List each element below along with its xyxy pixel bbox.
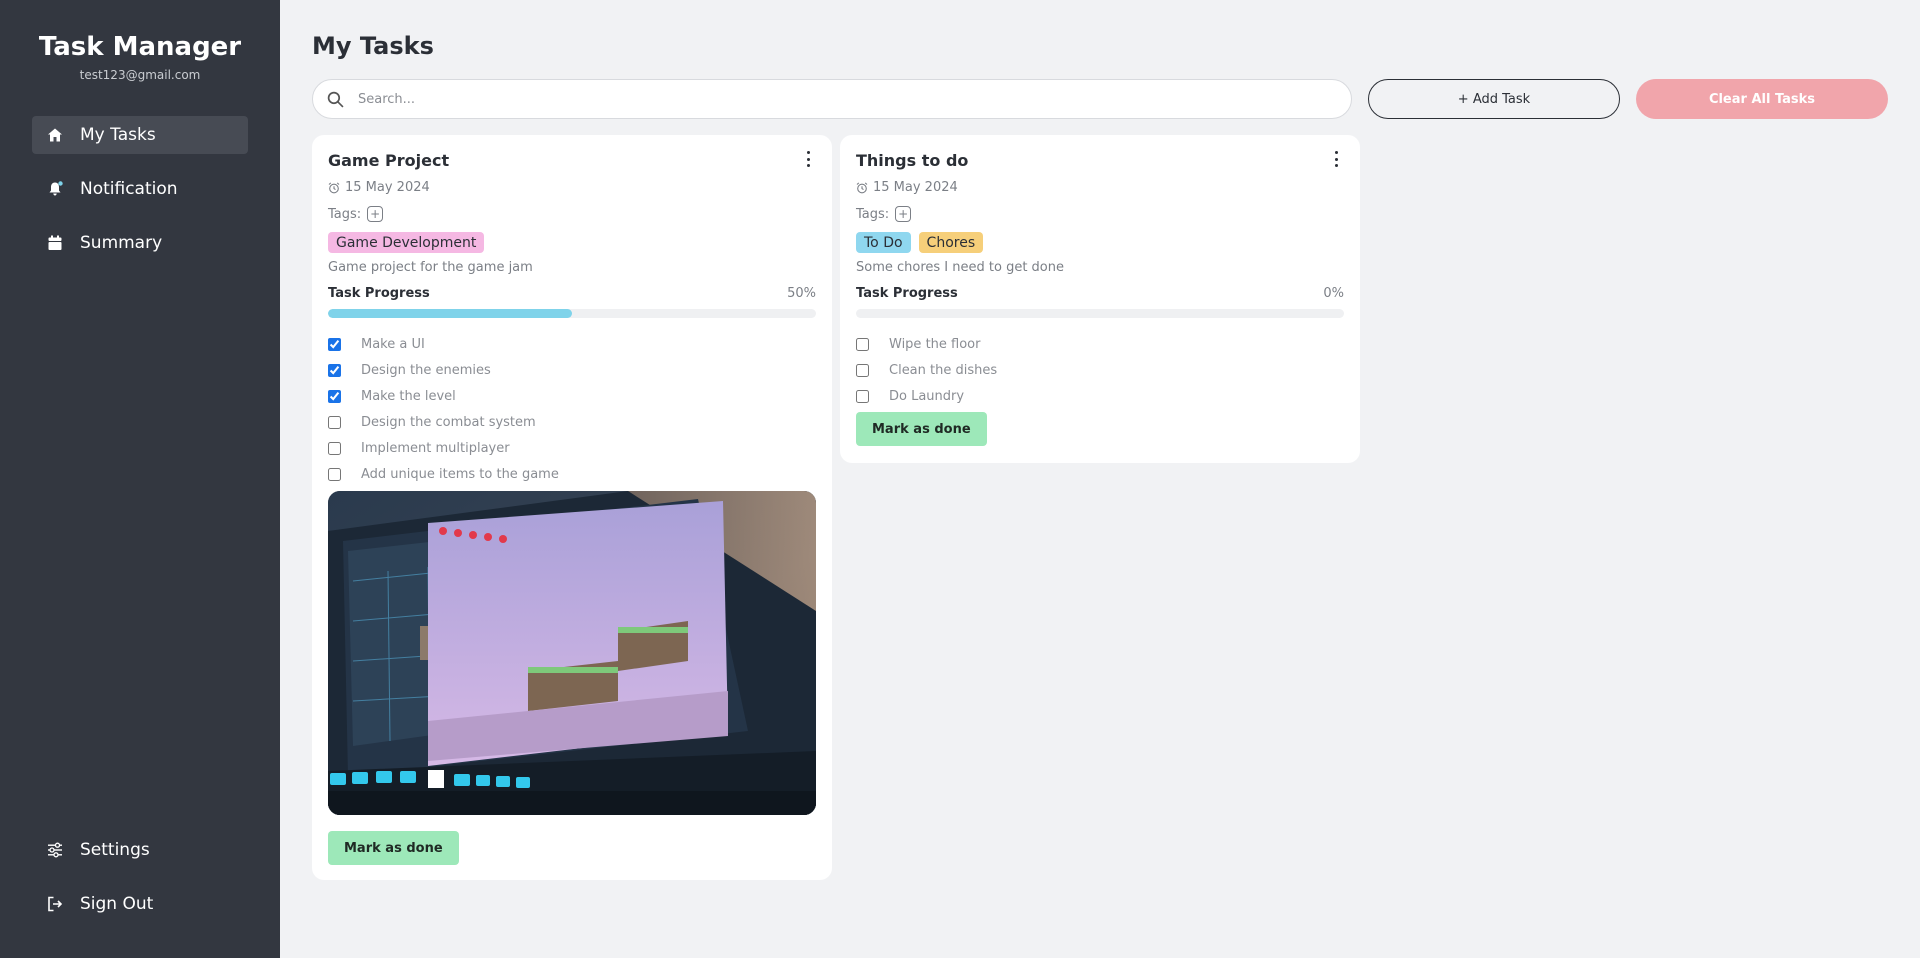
checklist-item[interactable]: Implement multiplayer xyxy=(328,435,559,461)
sliders-icon xyxy=(46,841,64,859)
task-checkbox[interactable] xyxy=(856,389,869,403)
task-checkbox[interactable] xyxy=(856,363,869,377)
date-text: 15 May 2024 xyxy=(873,180,958,195)
clear-all-tasks-button[interactable]: Clear All Tasks xyxy=(1636,79,1888,119)
search-bar[interactable] xyxy=(312,79,1352,119)
card-title: Things to do xyxy=(856,151,969,170)
add-tag-button[interactable]: + xyxy=(895,206,912,222)
nav-label: Settings xyxy=(80,840,150,860)
task-checkbox[interactable] xyxy=(328,441,341,455)
nav-label: Notification xyxy=(80,179,178,199)
card-title: Game Project xyxy=(328,151,450,170)
checklist-item[interactable]: Wipe the floor xyxy=(856,331,997,357)
app-title: Task Manager xyxy=(38,32,242,62)
nav-summary[interactable]: Summary xyxy=(32,224,248,262)
checklist: Make a UI Design the enemies Make the le… xyxy=(328,331,559,487)
tags-label-row: Tags: + xyxy=(328,206,384,222)
checklist-item[interactable]: Make a UI xyxy=(328,331,559,357)
checklist-item-label: Clean the dishes xyxy=(889,362,998,378)
tags-label: Tags: xyxy=(328,206,362,222)
task-image xyxy=(328,491,816,815)
checklist: Wipe the floor Clean the dishes Do Laund… xyxy=(856,331,997,409)
task-checkbox[interactable] xyxy=(328,337,341,351)
user-email: test123@gmail.com xyxy=(79,68,201,82)
bell-icon xyxy=(46,180,64,198)
more-options-icon[interactable] xyxy=(802,151,814,167)
checklist-item[interactable]: Make the level xyxy=(328,383,559,409)
progress-label: Task Progress xyxy=(328,286,430,301)
page-title: My Tasks xyxy=(312,32,434,60)
tags-label: Tags: xyxy=(856,206,890,222)
nav-my-tasks[interactable]: My Tasks xyxy=(32,116,248,154)
progress-fill xyxy=(328,309,572,318)
task-checkbox[interactable] xyxy=(328,415,341,429)
nav-label: Sign Out xyxy=(80,894,154,914)
search-icon xyxy=(327,91,344,108)
card-date: 15 May 2024 xyxy=(328,180,430,195)
alarm-clock-icon xyxy=(856,181,868,193)
tag-list: To Do Chores xyxy=(856,232,991,253)
checklist-item-label: Do Laundry xyxy=(889,388,965,404)
alarm-clock-icon xyxy=(328,181,340,193)
task-checkbox[interactable] xyxy=(328,467,341,481)
checklist-item[interactable]: Design the combat system xyxy=(328,409,559,435)
checklist-item-label: Design the enemies xyxy=(361,362,491,378)
checklist-item-label: Make the level xyxy=(361,388,456,404)
nav-notification[interactable]: Notification xyxy=(32,170,248,208)
checklist-item[interactable]: Add unique items to the game xyxy=(328,461,559,487)
progress-bar xyxy=(328,309,816,318)
card-description: Some chores I need to get done xyxy=(856,260,1064,275)
task-checkbox[interactable] xyxy=(328,363,341,377)
progress-bar xyxy=(856,309,1344,318)
tag-badge[interactable]: To Do xyxy=(856,232,911,253)
card-description: Game project for the game jam xyxy=(328,260,533,275)
more-options-icon[interactable] xyxy=(1330,151,1342,167)
checklist-item-label: Implement multiplayer xyxy=(361,440,510,456)
progress-percentage: 0% xyxy=(1323,286,1344,301)
search-input[interactable] xyxy=(358,91,1318,107)
nav-label: Summary xyxy=(80,233,163,253)
checklist-item-label: Wipe the floor xyxy=(889,336,981,352)
checklist-item[interactable]: Clean the dishes xyxy=(856,357,997,383)
checklist-item[interactable]: Do Laundry xyxy=(856,383,997,409)
progress-percentage: 50% xyxy=(787,286,816,301)
nav-settings[interactable]: Settings xyxy=(32,831,248,869)
mark-as-done-button[interactable]: Mark as done xyxy=(328,831,459,865)
card-date: 15 May 2024 xyxy=(856,180,958,195)
checklist-item-label: Add unique items to the game xyxy=(361,466,559,482)
tag-badge[interactable]: Game Development xyxy=(328,232,485,253)
tag-badge[interactable]: Chores xyxy=(918,232,984,253)
tag-list: Game Development xyxy=(328,232,492,253)
sign-out-icon xyxy=(46,895,64,913)
date-text: 15 May 2024 xyxy=(345,180,430,195)
mark-as-done-button[interactable]: Mark as done xyxy=(856,412,987,446)
checklist-item-label: Design the combat system xyxy=(361,414,536,430)
task-checkbox[interactable] xyxy=(328,389,341,403)
tags-label-row: Tags: + xyxy=(856,206,912,222)
nav-sign-out[interactable]: Sign Out xyxy=(32,885,248,923)
add-task-button[interactable]: + Add Task xyxy=(1368,79,1620,119)
checklist-item-label: Make a UI xyxy=(361,336,425,352)
task-checkbox[interactable] xyxy=(856,337,869,351)
nav-label: My Tasks xyxy=(80,125,156,145)
checklist-item[interactable]: Design the enemies xyxy=(328,357,559,383)
home-icon xyxy=(46,126,64,144)
task-card-things-to-do: Things to do 15 May 2024 Tags: + To Do C… xyxy=(840,135,1360,463)
sidebar: Task Manager test123@gmail.com My Tasks … xyxy=(0,0,280,958)
progress-label: Task Progress xyxy=(856,286,958,301)
task-card-game-project: Game Project 15 May 2024 Tags: + Game De… xyxy=(312,135,832,880)
add-tag-button[interactable]: + xyxy=(367,206,384,222)
calendar-icon xyxy=(46,234,64,252)
